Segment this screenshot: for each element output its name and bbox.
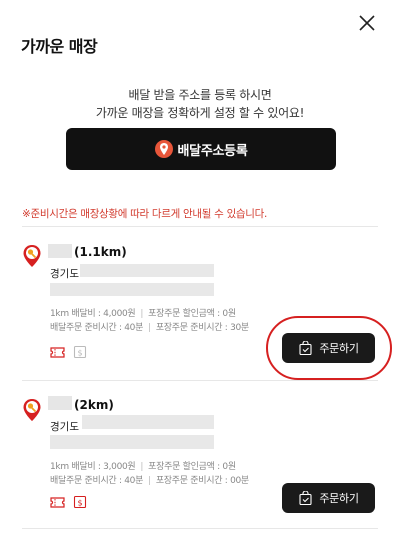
guide-line-1: 배달 받을 주소를 등록 하시면	[128, 88, 272, 102]
prep-time-notice: ※준비시간은 매장상황에 따라 다르게 안내될 수 있습니다.	[22, 208, 268, 220]
store-fee-row: 1km 배달비 : 4,000원 | 포장주문 할인금액 : 0원	[50, 309, 236, 319]
delivery-fee: 1km 배달비 : 4,000원	[50, 309, 136, 319]
close-icon	[359, 15, 375, 31]
store-region: 경기도	[50, 421, 79, 433]
address-guide: 배달 받을 주소를 등록 하시면 가까운 매장을 정확하게 설정 할 수 있어요…	[0, 86, 400, 122]
coupon-icon	[50, 496, 65, 508]
close-button[interactable]	[356, 12, 378, 34]
store-prep-row: 배달주문 준비시간 : 40분 | 포장주문 준비시간 : 30분	[50, 323, 249, 333]
delivery-fee: 1km 배달비 : 3,000원	[50, 462, 136, 472]
delivery-prep-time: 배달주문 준비시간 : 40분	[50, 476, 144, 486]
store-address-redacted	[80, 264, 214, 277]
svg-text:$: $	[77, 349, 82, 358]
store-address-redacted	[50, 435, 214, 449]
store-marker-icon	[22, 244, 42, 268]
store-distance: (2km)	[74, 398, 114, 412]
takeout-bag-icon: $	[73, 495, 87, 509]
store-distance: (1.1km)	[74, 245, 127, 259]
takeout-discount: 포장주문 할인금액 : 0원	[148, 462, 236, 472]
register-address-label: 배달주소등록	[177, 143, 248, 159]
store-region: 경기도	[50, 268, 79, 280]
order-bag-icon	[299, 490, 312, 505]
takeout-prep-time: 포장주문 준비시간 : 00분	[155, 476, 249, 486]
location-pin-icon	[154, 140, 173, 158]
store-prep-row: 배달주문 준비시간 : 40분 | 포장주문 준비시간 : 00분	[50, 476, 249, 486]
register-address-button[interactable]: 배달주소등록	[66, 128, 336, 170]
store-badges: $	[50, 345, 87, 359]
coupon-icon	[50, 346, 65, 358]
divider	[22, 226, 378, 227]
highlight-annotation	[266, 316, 392, 380]
store-name-redacted	[48, 244, 72, 258]
delivery-prep-time: 배달주문 준비시간 : 40분	[50, 323, 144, 333]
store-fee-row: 1km 배달비 : 3,000원 | 포장주문 할인금액 : 0원	[50, 462, 236, 472]
store-address-redacted	[50, 283, 214, 296]
store-address-redacted	[82, 415, 214, 429]
order-button-label: 주문하기	[319, 492, 359, 505]
takeout-discount: 포장주문 할인금액 : 0원	[148, 309, 236, 319]
store-name-redacted	[48, 396, 72, 410]
store-badges: $	[50, 495, 87, 509]
store-marker-icon	[22, 398, 42, 422]
takeout-prep-time: 포장주문 준비시간 : 30분	[155, 323, 249, 333]
order-button[interactable]: 주문하기	[282, 483, 375, 513]
guide-line-2: 가까운 매장을 정확하게 설정 할 수 있어요!	[95, 106, 305, 120]
divider	[22, 528, 378, 529]
takeout-bag-icon: $	[73, 345, 87, 359]
svg-text:$: $	[77, 499, 82, 508]
divider	[22, 380, 378, 381]
page-title: 가까운 매장	[21, 37, 98, 56]
